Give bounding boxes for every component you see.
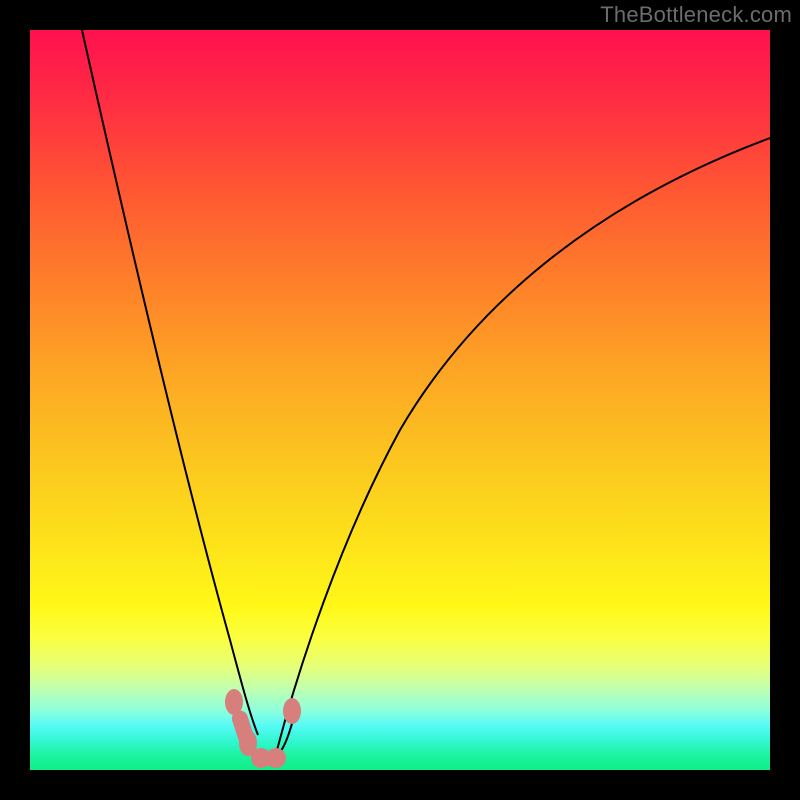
curve-right-branch: [277, 138, 770, 750]
curve-left-branch: [82, 30, 258, 735]
watermark-text: TheBottleneck.com: [600, 2, 792, 28]
marker-left-bar: [230, 708, 256, 747]
marker-bottom-bar: [252, 752, 278, 766]
chart-plot-area: [30, 30, 770, 770]
marker-right-end: [283, 698, 301, 724]
bottleneck-curve-svg: [30, 30, 770, 770]
